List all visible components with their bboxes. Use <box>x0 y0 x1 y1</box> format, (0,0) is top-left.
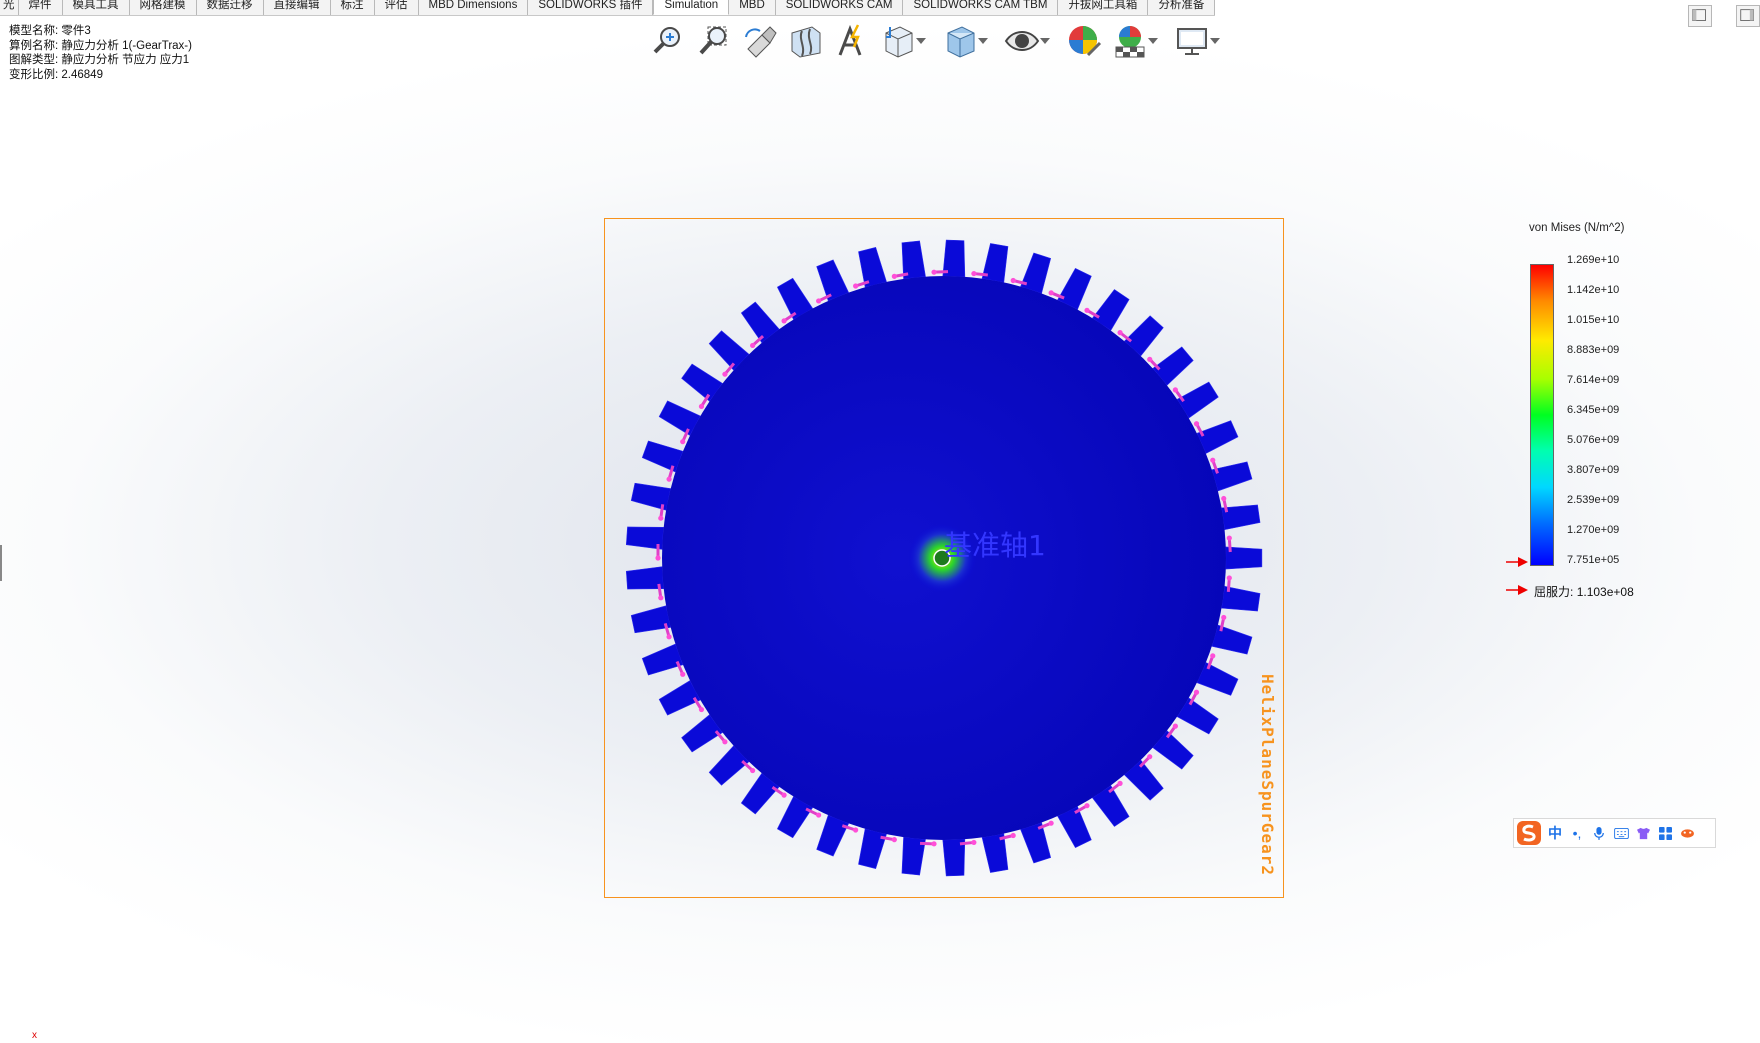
keyboard-icon[interactable] <box>1610 819 1632 847</box>
deformation-scale-label: 变形比例: <box>9 68 59 81</box>
toolbox-icon[interactable] <box>1654 819 1676 847</box>
gear-tooth <box>858 247 887 288</box>
origin-marker: x <box>32 1030 37 1041</box>
legend-tick: 1.142e+10 <box>1567 284 1620 296</box>
heads-up-view-toolbar <box>648 18 1234 64</box>
tab-solidworks-cam-tbm[interactable]: SOLIDWORKS CAM TBM <box>903 0 1059 15</box>
yield-arrow-icon <box>1506 585 1528 595</box>
gear-tooth <box>641 643 684 676</box>
gear-tooth <box>630 482 672 511</box>
tab-weldments[interactable]: 焊件 <box>18 0 63 15</box>
view-orientation-icon[interactable] <box>878 20 918 62</box>
gear-tooth <box>1211 461 1253 492</box>
ime-toolbar: 中 •, <box>1513 818 1716 848</box>
settings-icon[interactable] <box>1676 819 1698 847</box>
tab-solidworks-addins[interactable]: SOLIDWORKS 插件 <box>528 0 654 15</box>
study-name-label: 算例名称: <box>9 39 59 52</box>
gear-tooth <box>981 243 1009 283</box>
yield-value: 1.103e+08 <box>1576 585 1634 599</box>
tab-direct-editing[interactable]: 直接编辑 <box>263 0 331 15</box>
deformation-scale-value: 2.46849 <box>61 68 103 81</box>
gear-tooth <box>981 833 1009 873</box>
view-settings-dropdown-icon[interactable] <box>1210 20 1224 62</box>
plot-type-value: 静应力分析 节应力 应力1 <box>61 54 190 67</box>
zoom-to-area-icon[interactable] <box>694 20 734 62</box>
view-orientation-dropdown-icon[interactable] <box>916 20 930 62</box>
min-value-arrow-icon <box>1506 557 1528 567</box>
tab-markup[interactable]: 标注 <box>330 0 375 15</box>
microphone-icon[interactable] <box>1588 819 1610 847</box>
legend-tick: 8.883e+09 <box>1567 344 1620 356</box>
tab-evaluate[interactable]: 评估 <box>374 0 419 15</box>
maximize-window-icon[interactable] <box>1736 5 1760 27</box>
tab-mold-tools[interactable]: 模具工具 <box>62 0 130 15</box>
study-name-value: 静应力分析 1(-GearTrax-) <box>61 39 192 52</box>
tab-mbd[interactable]: MBD <box>729 0 776 15</box>
tab-solidworks-cam[interactable]: SOLIDWORKS CAM <box>775 0 904 15</box>
tab-partial[interactable]: 光 <box>0 0 19 15</box>
model-name-label: 模型名称: <box>9 25 59 37</box>
previous-view-icon[interactable] <box>740 20 780 62</box>
legend-tick: 1.269e+10 <box>1567 254 1620 266</box>
tab-mbd-dimensions[interactable]: MBD Dimensions <box>418 0 529 15</box>
legend-tick: 3.807e+09 <box>1567 464 1620 476</box>
display-style-dropdown-icon[interactable] <box>978 20 992 62</box>
reference-axis-label[interactable]: 基准轴1 <box>944 524 1046 564</box>
dynamic-annotation-icon[interactable] <box>832 20 872 62</box>
legend-tick: 7.751e+05 <box>1567 554 1620 566</box>
tab-data-migration[interactable]: 数据迁移 <box>196 0 264 15</box>
section-view-icon[interactable] <box>786 20 826 62</box>
gear-tooth <box>641 440 684 473</box>
legend-title: von Mises (N/m^2) <box>1529 222 1625 234</box>
model-name-value: 零件3 <box>61 25 91 37</box>
zoom-to-fit-icon[interactable] <box>648 20 688 62</box>
legend-color-bar <box>1530 264 1554 566</box>
legend-tick: 6.345e+09 <box>1567 404 1620 416</box>
gear-tooth <box>1020 822 1052 864</box>
sogou-logo-icon[interactable] <box>1514 819 1544 847</box>
plot-info: 模型名称: 零件3 算例名称: 静应力分析 1(-GearTrax-) 图解类型… <box>9 24 192 82</box>
legend-tick: 5.076e+09 <box>1567 434 1620 446</box>
splitter-handle[interactable] <box>0 545 2 581</box>
hide-show-dropdown-icon[interactable] <box>1040 20 1054 62</box>
tab-analysis-prep[interactable]: 分析准备 <box>1148 0 1216 15</box>
legend-tick: 1.015e+10 <box>1567 314 1620 326</box>
command-manager-tabs: 光 焊件 模具工具 网格建模 数据迁移 直接编辑 标注 评估 MBD Dimen… <box>0 0 1216 16</box>
hide-show-items-icon[interactable] <box>1002 20 1042 62</box>
tab-mesh-modeling[interactable]: 网格建模 <box>129 0 197 15</box>
view-settings-icon[interactable] <box>1172 20 1212 62</box>
edit-appearance-icon[interactable] <box>1064 20 1104 62</box>
legend-tick: 1.270e+09 <box>1567 524 1620 536</box>
ime-mode-toggle[interactable]: 中 <box>1544 819 1566 847</box>
punctuation-icon[interactable]: •, <box>1566 819 1588 847</box>
legend-tick: 2.539e+09 <box>1567 494 1620 506</box>
legend-tick: 7.614e+09 <box>1567 374 1620 386</box>
gear-tooth <box>630 605 672 634</box>
gear-tooth <box>858 828 887 869</box>
apply-scene-icon[interactable] <box>1110 20 1150 62</box>
yield-label: 屈服力: <box>1534 585 1574 599</box>
yield-strength-label: 屈服力: 1.103e+08 <box>1534 583 1634 600</box>
tab-kaiba-toolbox[interactable]: 开拔网工具箱 <box>1058 0 1149 15</box>
bounding-box-label: HelixPlaneSpurGear2 <box>1258 674 1277 877</box>
gear-tooth <box>1211 624 1253 655</box>
display-style-icon[interactable] <box>940 20 980 62</box>
apply-scene-dropdown-icon[interactable] <box>1148 20 1162 62</box>
restore-window-icon[interactable] <box>1688 5 1712 27</box>
gear-tooth <box>1020 252 1052 294</box>
tab-simulation[interactable]: Simulation <box>653 0 730 15</box>
skin-icon[interactable] <box>1632 819 1654 847</box>
plot-type-label: 图解类型: <box>9 54 59 67</box>
